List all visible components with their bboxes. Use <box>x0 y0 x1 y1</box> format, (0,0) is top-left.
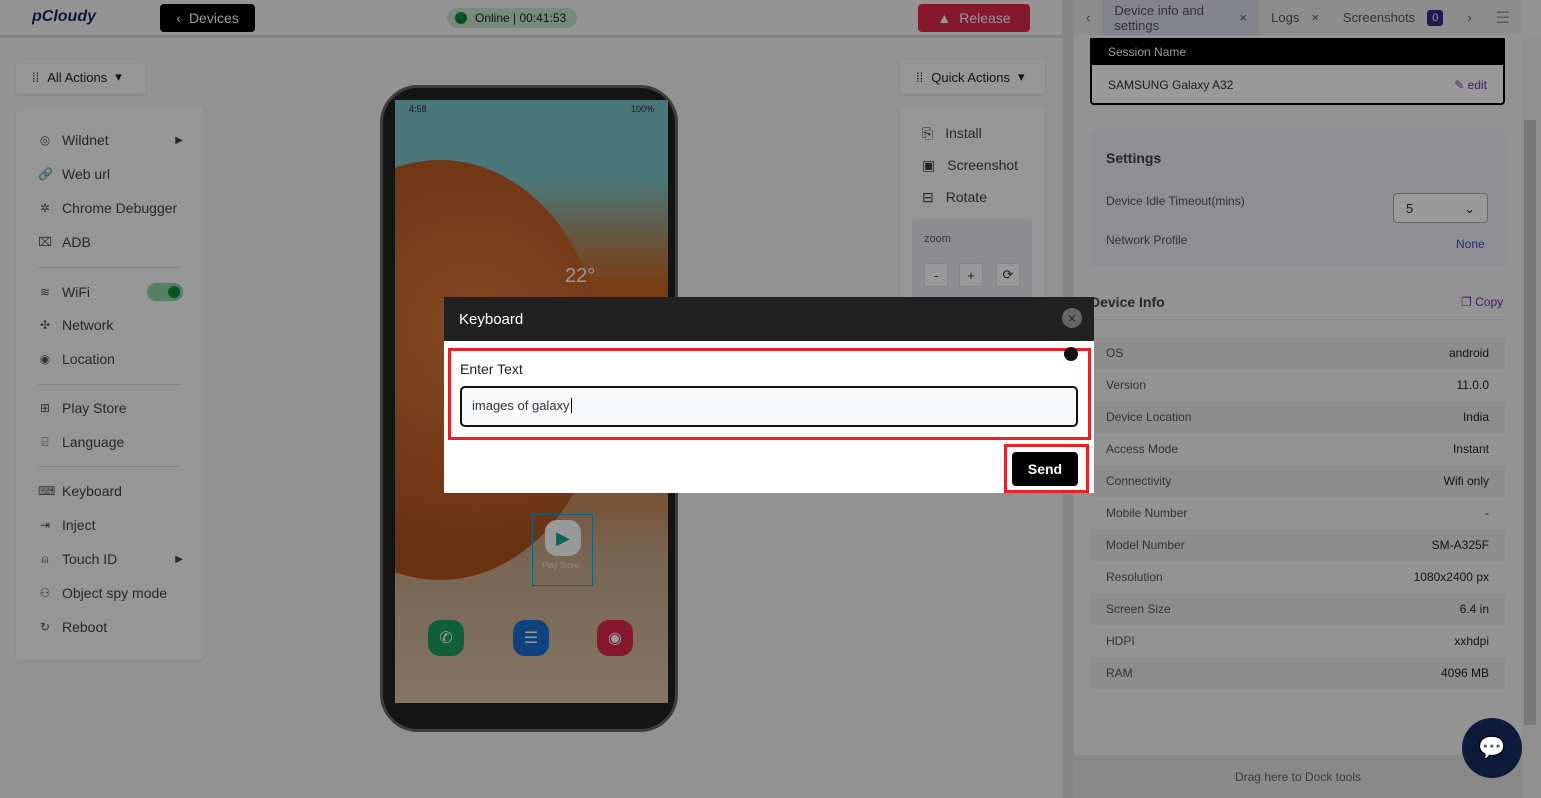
chat-button[interactable]: 💬 <box>1462 718 1522 778</box>
close-icon[interactable]: × <box>1062 308 1082 328</box>
enter-text-input[interactable]: images of galaxy <box>460 386 1078 427</box>
dialog-title: Keyboard <box>459 311 524 328</box>
chat-icon: 💬 <box>1478 735 1506 760</box>
enter-text-label: Enter Text <box>460 361 523 377</box>
keyboard-dialog: Keyboard × Enter Text images of galaxy Se… <box>444 297 1094 493</box>
dialog-header: Keyboard × <box>444 297 1094 341</box>
text-cursor <box>570 398 572 413</box>
send-button[interactable]: Send <box>1012 452 1078 486</box>
text-input-value: images of galaxy <box>472 398 570 413</box>
info-icon <box>1064 347 1078 361</box>
